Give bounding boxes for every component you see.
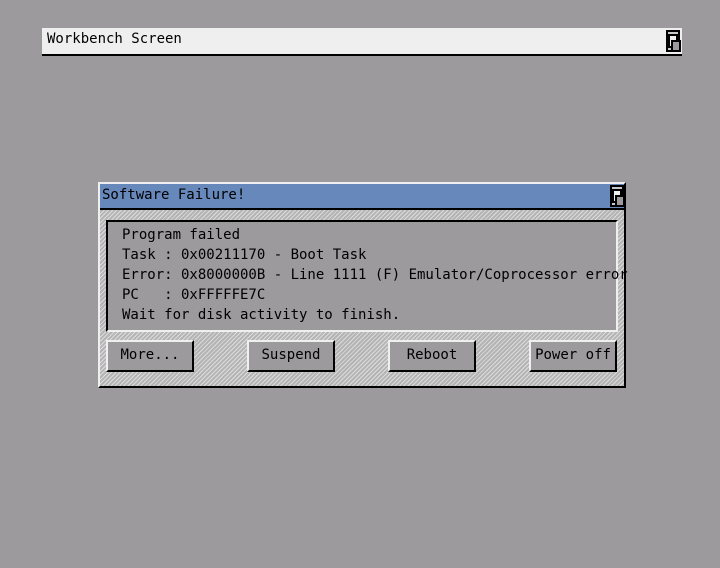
dialog-title: Software Failure! [102,187,246,203]
depth-front-square [615,195,625,207]
screen-titlebar[interactable]: Workbench Screen [42,28,682,56]
message-line-wait: Wait for disk activity to finish. [122,307,401,323]
more-button[interactable]: More... [106,340,194,372]
message-line-program-failed: Program failed [122,227,241,243]
software-failure-dialog: Software Failure! Program failed Task : … [98,182,628,388]
message-line-task: Task : 0x00211170 - Boot Task [122,247,367,263]
message-line-error: Error: 0x8000000B - Line 1111 (F) Emulat… [122,267,628,283]
screen-depth-icon[interactable] [666,30,681,52]
window-depth-icon[interactable] [610,185,625,207]
screen-title: Workbench Screen [47,31,182,47]
message-line-pc: PC : 0xFFFFFE7C [122,287,266,303]
dialog-titlebar[interactable]: Software Failure! [100,184,625,210]
power-off-button[interactable]: Power off [529,340,617,372]
reboot-button[interactable]: Reboot [388,340,476,372]
error-message-box: Program failed Task : 0x00211170 - Boot … [106,220,628,332]
depth-front-square [671,40,681,52]
suspend-button[interactable]: Suspend [247,340,335,372]
